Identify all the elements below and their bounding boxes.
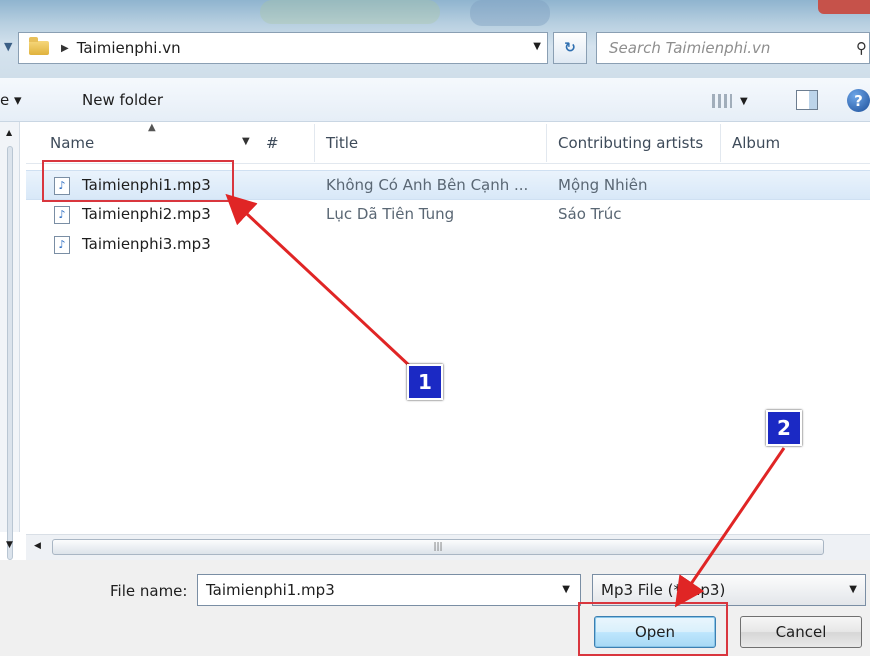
organize-menu[interactable]: e ▾ <box>0 91 22 109</box>
highlight-box-file <box>42 160 234 202</box>
highlight-box-open <box>578 602 728 656</box>
audio-file-icon: ♪ <box>54 236 70 254</box>
file-row[interactable]: ♪ Taimienphi3.mp3 <box>26 230 870 260</box>
preview-pane-button[interactable] <box>796 90 818 110</box>
scrollbar-thumb[interactable]: ||| <box>52 539 824 555</box>
chevron-down-icon[interactable]: ▼ <box>849 584 857 595</box>
chevron-down-icon: ▼ <box>740 95 748 107</box>
view-options-button[interactable]: ▼ <box>712 90 768 112</box>
search-input[interactable]: Search Taimienphi.vn ⚲ <box>596 32 870 64</box>
dialog-footer: File name: Taimienphi1.mp3 ▼ Mp3 File (*… <box>0 560 870 656</box>
step-marker-2: 2 <box>766 410 802 446</box>
nav-dropdown-icon[interactable]: ▼ <box>4 40 12 53</box>
address-bar[interactable]: ▶ Taimienphi.vn ▼ <box>18 32 548 64</box>
column-dropdown-icon[interactable]: ▼ <box>242 136 250 147</box>
file-name-value[interactable]: Taimienphi1.mp3 <box>206 581 335 599</box>
close-button[interactable] <box>818 0 870 14</box>
file-name-field[interactable]: Taimienphi1.mp3 ▼ <box>197 574 581 606</box>
scroll-up-icon[interactable]: ▲ <box>6 128 12 137</box>
step-marker-1: 1 <box>407 364 443 400</box>
file-title: Không Có Anh Bên Cạnh ... <box>326 176 529 194</box>
column-divider[interactable] <box>720 124 721 162</box>
navigation-pane: ▲ <box>0 122 20 560</box>
chevron-down-icon[interactable]: ▼ <box>562 584 570 595</box>
column-header: Name ▲ ▼ # Title Contributing artists Al… <box>26 122 870 164</box>
refresh-icon: ↻ <box>564 40 576 56</box>
column-name[interactable]: Name <box>50 134 94 152</box>
column-title[interactable]: Title <box>326 134 358 152</box>
breadcrumb-chevron-icon[interactable]: ▶ <box>61 43 69 54</box>
nav-scrollbar[interactable] <box>7 146 13 560</box>
nav-scroll-down-icon[interactable]: ▼ <box>6 540 13 550</box>
window-header: ▼ ▶ Taimienphi.vn ▼ ↻ Search Taimienphi.… <box>0 0 870 78</box>
column-album[interactable]: Album <box>732 134 780 152</box>
scroll-left-icon[interactable]: ◀ <box>34 541 41 551</box>
refresh-button[interactable]: ↻ <box>553 32 587 64</box>
cancel-button[interactable]: Cancel <box>740 616 862 648</box>
toolbar: e ▾ New folder ▼ ? <box>0 78 870 122</box>
file-name-label: File name: <box>110 582 188 600</box>
file-name[interactable]: Taimienphi2.mp3 <box>82 205 211 223</box>
background-decoration <box>470 0 550 26</box>
file-title: Lục Dã Tiên Tung <box>326 205 455 223</box>
audio-file-icon: ♪ <box>54 206 70 224</box>
column-contributing-artists[interactable]: Contributing artists <box>558 134 703 152</box>
column-divider[interactable] <box>546 124 547 162</box>
sort-ascending-icon: ▲ <box>148 122 156 133</box>
folder-icon <box>29 37 49 55</box>
file-row[interactable]: ♪ Taimienphi2.mp3 Lục Dã Tiên Tung Sáo T… <box>26 200 870 230</box>
view-list-icon <box>712 94 732 108</box>
search-icon[interactable]: ⚲ <box>856 39 867 57</box>
file-type-value[interactable]: Mp3 File (*.mp3) <box>601 581 725 599</box>
file-artist: Mộng Nhiên <box>558 176 648 194</box>
horizontal-scrollbar[interactable]: ◀ ||| <box>26 534 870 560</box>
background-decoration <box>260 0 440 24</box>
new-folder-button[interactable]: New folder <box>82 91 163 109</box>
file-artist: Sáo Trúc <box>558 205 622 223</box>
file-list: ♪ Taimienphi1.mp3 Không Có Anh Bên Cạnh … <box>26 164 870 534</box>
file-name[interactable]: Taimienphi3.mp3 <box>82 235 211 253</box>
column-number[interactable]: # <box>266 134 279 152</box>
address-dropdown-icon[interactable]: ▼ <box>533 41 541 52</box>
search-placeholder: Search Taimienphi.vn <box>609 39 771 57</box>
help-icon[interactable]: ? <box>847 89 870 112</box>
address-path[interactable]: Taimienphi.vn <box>77 39 181 57</box>
column-divider[interactable] <box>314 124 315 162</box>
